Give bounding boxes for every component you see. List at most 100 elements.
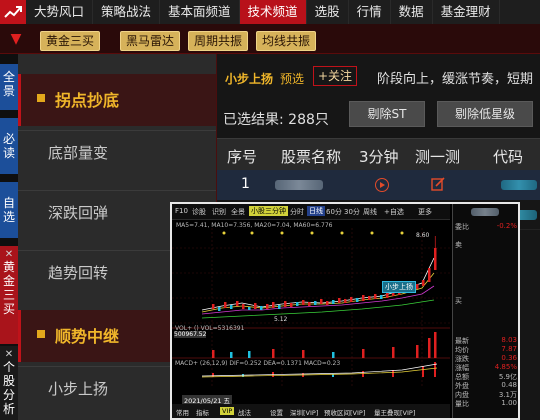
tag-button[interactable]: 黑马雷达 xyxy=(120,31,181,51)
strategy-description: 阶段向上，缓涨节奏，短期 xyxy=(377,72,534,87)
stock-chart-popup[interactable]: F10 诊股 识别 全景 小股三分钟 分时 日线 60分 30分 周线 +自选 … xyxy=(170,202,520,420)
quote-row: 量比 1.00 xyxy=(455,399,517,408)
price-axis-label: 500967.52 xyxy=(174,331,207,338)
app-logo[interactable] xyxy=(0,0,26,24)
strategy-name: 小步上扬 xyxy=(225,72,274,86)
toolbar-item-active[interactable]: 小股三分钟 xyxy=(249,206,288,216)
toolbar-item[interactable]: 60分 xyxy=(326,207,342,217)
quote-row: 最新 8.03 xyxy=(455,336,517,345)
quote-value: 0.36 xyxy=(501,354,517,362)
vtab-label: 黄金三买 xyxy=(2,260,15,316)
quote-row: 涨幅 4.85% xyxy=(455,363,517,372)
toolbar-item-active[interactable]: 日线 xyxy=(307,206,325,216)
quote-side-panel: 委比 -0.2% 卖 买 最新 8.03 均价 7.87 涨跌 0.36 涨幅 4.85%… xyxy=(452,204,518,418)
bottom-tab[interactable]: 指标 xyxy=(196,407,209,417)
vtab-stock-analysis[interactable]: ✕ 个股分析 xyxy=(0,346,18,420)
tag-button[interactable]: 黄金三买 xyxy=(40,31,101,51)
bottom-tab[interactable]: 设置 xyxy=(270,407,283,417)
logo-icon xyxy=(4,6,22,18)
vtab-label: 自选 xyxy=(2,196,15,224)
column-header[interactable]: 代码 xyxy=(493,146,523,167)
toolbar-item[interactable]: 全景 xyxy=(231,207,245,217)
play-icon[interactable] xyxy=(375,178,389,192)
sub-nav: ▼ 黄金三买 黑马雷达 周期共振 均线共振 xyxy=(0,24,540,54)
edit-icon[interactable] xyxy=(431,177,445,191)
toolbar-item[interactable]: 更多 xyxy=(418,207,432,217)
strategy-group-header[interactable]: 拐点抄底 xyxy=(18,74,216,126)
quote-key: 委比 xyxy=(455,223,469,231)
quote-row: 买 xyxy=(455,296,517,305)
nav-item[interactable]: 行情 xyxy=(349,0,391,24)
chart-bottom-tabs: 常用 指标 VIP 战法 设置 深圳[VIP] 预收区间[VIP] 量王叠现[V… xyxy=(172,404,450,418)
remove-low-star-button[interactable]: 剔除低星级 xyxy=(437,101,533,127)
quote-row: 委比 -0.2% xyxy=(455,222,517,231)
nav-item[interactable]: 大势风口 xyxy=(26,0,94,24)
nav-item-active[interactable]: 技术频道 xyxy=(239,0,307,24)
strategy-group-title: 拐点抄底 xyxy=(55,91,120,110)
vtab-golden-buy[interactable]: ✕ 黄金三买 xyxy=(0,246,18,344)
strategy-item[interactable]: 底部量变 xyxy=(18,130,216,174)
table-header: 序号 股票名称 3分钟 测一测 代码 xyxy=(217,138,540,170)
signal-dots xyxy=(222,231,404,235)
vertical-tabs: 全景 必读 自选 ✕ 黄金三买 ✕ 个股分析 xyxy=(0,54,18,420)
nav-item[interactable]: 基金理财 xyxy=(433,0,500,24)
chevron-down-icon[interactable]: ▼ xyxy=(6,30,26,48)
nav-item[interactable]: 基本面频道 xyxy=(160,0,240,24)
bottom-tab[interactable]: 常用 xyxy=(176,407,189,417)
chart-toolbar: F10 诊股 识别 全景 小股三分钟 分时 日线 60分 30分 周线 +自选 … xyxy=(172,204,450,220)
quote-key: 买 xyxy=(455,297,462,305)
column-header[interactable]: 股票名称 xyxy=(281,146,341,167)
bottom-tab[interactable]: VIP xyxy=(220,407,235,415)
toolbar-item[interactable]: +自选 xyxy=(384,207,404,217)
vtab-watchlist[interactable]: 自选 xyxy=(0,182,18,238)
quote-row: 均价 7.87 xyxy=(455,345,517,354)
quote-row: 卖 xyxy=(455,240,517,249)
bottom-tab[interactable]: 战法 xyxy=(238,407,251,417)
vtab-label: 全景 xyxy=(2,70,15,98)
follow-button[interactable]: +关注 xyxy=(313,66,358,86)
quote-row: 外盘 0.48 xyxy=(455,381,517,390)
quote-key: 卖 xyxy=(455,241,462,249)
quote-value: 1.00 xyxy=(501,399,517,407)
close-icon[interactable]: ✕ xyxy=(0,349,18,360)
toolbar-item[interactable]: 分时 xyxy=(290,207,304,217)
toolbar-item[interactable]: 30分 xyxy=(344,207,360,217)
blurred-stock-name xyxy=(275,180,323,190)
quote-value: 0.48 xyxy=(501,381,517,389)
toolbar-item[interactable]: 诊股 xyxy=(192,207,206,217)
toolbar-item[interactable]: 识别 xyxy=(212,207,226,217)
bullet-icon xyxy=(37,94,45,102)
tag-button[interactable]: 周期共振 xyxy=(188,31,249,51)
bottom-tab[interactable]: 预收区间[VIP] xyxy=(324,407,365,417)
column-header[interactable]: 3分钟 xyxy=(359,146,399,167)
vtab-label: 个股分析 xyxy=(2,360,15,416)
toolbar-item[interactable]: 周线 xyxy=(363,207,377,217)
table-row[interactable]: 1 xyxy=(217,170,540,200)
selected-count: 已选结果: 288只 xyxy=(223,112,329,128)
column-header[interactable]: 测一测 xyxy=(415,146,460,167)
tag-button[interactable]: 均线共振 xyxy=(256,31,317,51)
quote-value: 8.03 xyxy=(501,336,517,344)
nav-item[interactable]: 选股 xyxy=(307,0,349,24)
low-price-label: 5.12 xyxy=(274,316,288,323)
bottom-tab[interactable]: 量王叠现[VIP] xyxy=(374,407,415,417)
bullet-icon xyxy=(37,330,45,338)
quote-key: 量比 xyxy=(455,400,469,408)
top-nav: 大势风口 策略战法 基本面频道 技术频道 选股 行情 数据 基金理财 xyxy=(0,0,540,24)
close-icon[interactable]: ✕ xyxy=(0,249,18,260)
strategy-header: 小步上扬 预选 +关注 阶段向上，缓涨节奏，短期 xyxy=(217,54,540,98)
preselect-link[interactable]: 预选 xyxy=(280,70,304,87)
volume-indicator-text: VOL+ () VOL=5316391 xyxy=(175,325,245,332)
toolbar-item[interactable]: F10 xyxy=(175,207,188,215)
volume-bars xyxy=(212,332,437,358)
vtab-overview[interactable]: 全景 xyxy=(0,64,18,110)
vtab-label: 必读 xyxy=(2,132,15,160)
nav-item[interactable]: 数据 xyxy=(391,0,433,24)
remove-st-button[interactable]: 剔除ST xyxy=(349,101,425,127)
bottom-tab[interactable]: 深圳[VIP] xyxy=(290,407,318,417)
nav-item[interactable]: 策略战法 xyxy=(93,0,161,24)
quote-value: -0.2% xyxy=(496,222,517,230)
column-header[interactable]: 序号 xyxy=(227,146,257,167)
blurred-code xyxy=(501,180,537,190)
vtab-must-read[interactable]: 必读 xyxy=(0,118,18,174)
